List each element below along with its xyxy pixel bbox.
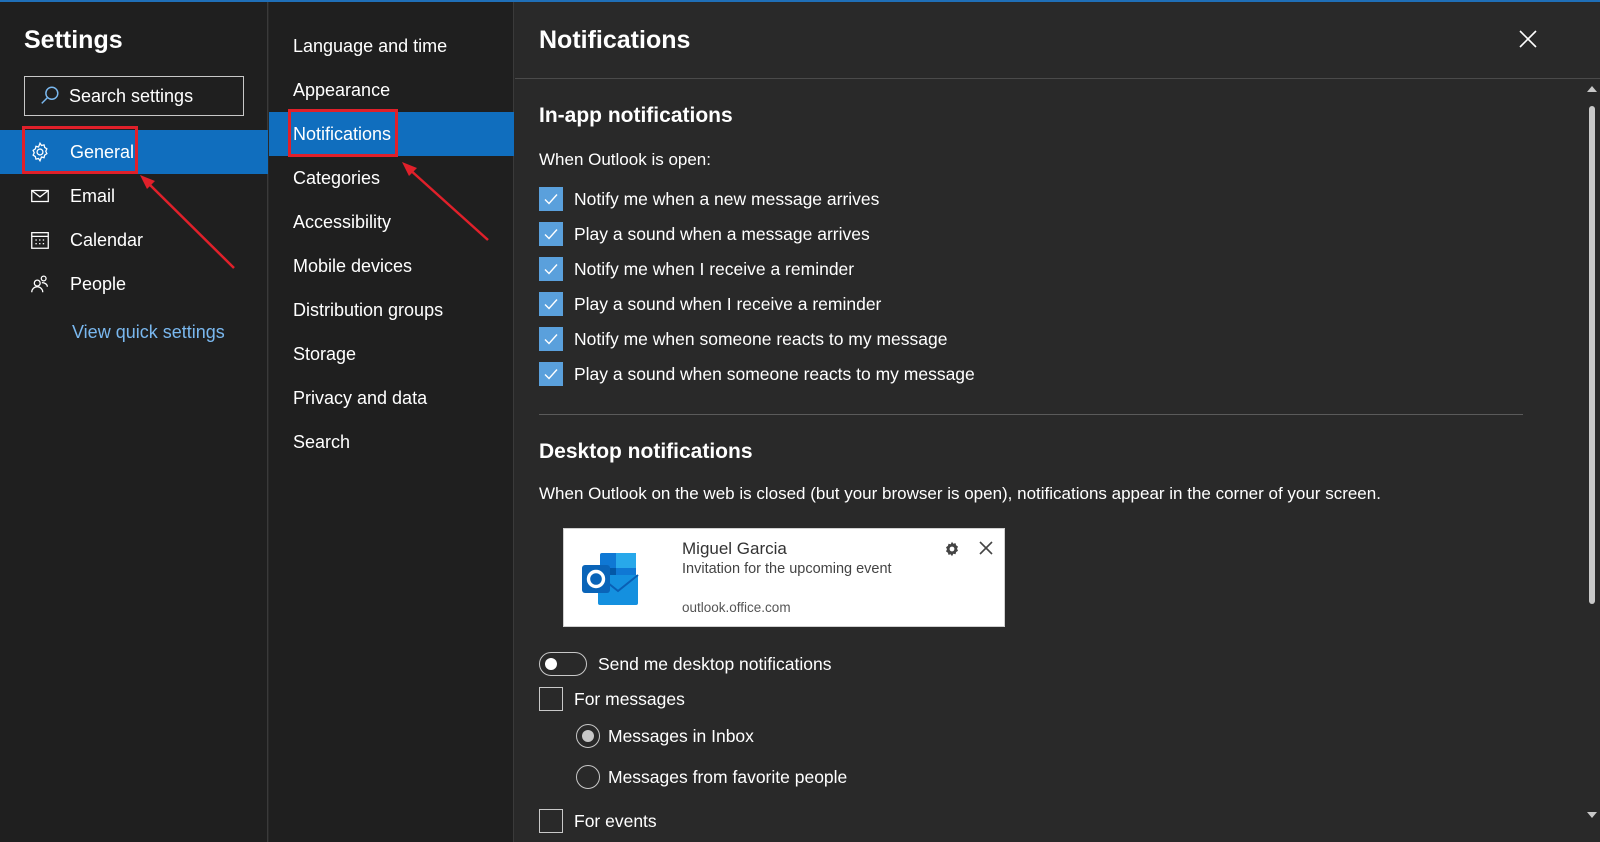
checkbox-label: For events xyxy=(574,810,657,831)
checkbox-label: Play a sound when someone reacts to my m… xyxy=(574,363,975,384)
nav-privacy-and-data[interactable]: Privacy and data xyxy=(269,376,514,420)
checkbox[interactable] xyxy=(539,292,563,316)
nav-email[interactable]: Email xyxy=(0,174,268,218)
outlook-logo-icon xyxy=(582,553,639,605)
toggle-knob xyxy=(545,658,557,670)
checkmark-icon xyxy=(544,299,558,310)
nav-search[interactable]: Search xyxy=(269,420,514,464)
checkbox-label: Play a sound when I receive a reminder xyxy=(574,293,882,314)
pane-content: In-app notifications When Outlook is ope… xyxy=(539,80,1529,842)
radio-messages-in-inbox[interactable]: Messages in Inbox xyxy=(576,724,754,748)
notifications-settings-pane: Notifications In-app notifications When … xyxy=(515,2,1600,842)
radio-button[interactable] xyxy=(576,765,600,789)
checkbox-reminder-notify[interactable]: Notify me when I receive a reminder xyxy=(539,256,854,282)
nav-distribution-groups[interactable]: Distribution groups xyxy=(269,288,514,332)
nav-storage[interactable]: Storage xyxy=(269,332,514,376)
nav-language-and-time[interactable]: Language and time xyxy=(269,24,514,68)
checkbox-reaction-sound[interactable]: Play a sound when someone reacts to my m… xyxy=(539,361,975,387)
radio-label: Messages from favorite people xyxy=(608,766,848,787)
mid-nav: Language and time Appearance Notificatio… xyxy=(269,24,514,464)
checkbox-label: Notify me when I receive a reminder xyxy=(574,258,855,279)
people-icon xyxy=(28,272,52,296)
radio-button[interactable] xyxy=(576,724,600,748)
view-quick-settings-link[interactable]: View quick settings xyxy=(72,322,225,343)
scroll-down-icon[interactable] xyxy=(1587,812,1597,818)
checkbox-label: Play a sound when a message arrives xyxy=(574,223,870,244)
checkbox-reaction-notify[interactable]: Notify me when someone reacts to my mess… xyxy=(539,326,948,352)
gear-icon[interactable] xyxy=(944,541,960,557)
radio-messages-favorite-people[interactable]: Messages from favorite people xyxy=(576,765,847,789)
settings-title: Settings xyxy=(24,26,123,54)
nav-categories[interactable]: Categories xyxy=(269,156,514,200)
checkmark-icon xyxy=(544,194,558,205)
nav-notifications[interactable]: Notifications xyxy=(269,112,514,156)
nav-email-label: Email xyxy=(70,185,116,206)
gear-icon xyxy=(28,140,52,164)
checkbox[interactable] xyxy=(539,327,563,351)
nav-calendar[interactable]: Calendar xyxy=(0,218,268,262)
toast-message: Invitation for the upcoming event xyxy=(682,561,892,577)
mail-icon xyxy=(28,184,52,208)
search-placeholder: Search settings xyxy=(69,85,194,106)
search-icon xyxy=(41,86,59,104)
scroll-up-icon[interactable] xyxy=(1587,86,1597,92)
desktop-description: When Outlook on the web is closed (but y… xyxy=(539,484,1381,503)
scroll-thumb[interactable] xyxy=(1589,106,1595,604)
nav-accessibility[interactable]: Accessibility xyxy=(269,200,514,244)
nav-appearance[interactable]: Appearance xyxy=(269,68,514,112)
pane-scrollbar[interactable] xyxy=(1585,82,1599,842)
desktop-heading: Desktop notifications xyxy=(539,440,753,463)
checkbox-for-events[interactable]: For events xyxy=(539,808,657,834)
nav-calendar-label: Calendar xyxy=(70,229,144,250)
nav-general[interactable]: General xyxy=(0,130,268,174)
checkbox-label: Notify me when a new message arrives xyxy=(574,188,880,209)
toggle-switch[interactable] xyxy=(539,652,587,676)
checkbox[interactable] xyxy=(539,222,563,246)
settings-subcategories-pane: Language and time Appearance Notificatio… xyxy=(269,2,514,842)
desktop-notification-preview: Miguel Garcia Invitation for the upcomin… xyxy=(563,528,1005,627)
checkbox-new-message-sound[interactable]: Play a sound when a message arrives xyxy=(539,221,870,247)
checkbox-reminder-sound[interactable]: Play a sound when I receive a reminder xyxy=(539,291,881,317)
in-app-heading: In-app notifications xyxy=(539,104,733,127)
section-divider xyxy=(539,414,1523,415)
radio-label: Messages in Inbox xyxy=(608,725,754,746)
in-app-subheading: When Outlook is open: xyxy=(539,150,711,169)
settings-categories-pane: Settings Search settings General Email C… xyxy=(0,2,268,842)
checkbox[interactable] xyxy=(539,362,563,386)
toggle-label: Send me desktop notifications xyxy=(598,653,832,674)
nav-mobile-devices[interactable]: Mobile devices xyxy=(269,244,514,288)
nav-people-label: People xyxy=(70,273,127,294)
checkbox[interactable] xyxy=(539,257,563,281)
pane-header: Notifications xyxy=(515,2,1600,79)
nav-general-label: General xyxy=(70,141,135,162)
checkmark-icon xyxy=(544,369,558,380)
checkmark-icon xyxy=(544,229,558,240)
toast-source: outlook.office.com xyxy=(682,600,791,615)
left-nav: General Email Calendar People xyxy=(0,130,268,306)
nav-people[interactable]: People xyxy=(0,262,268,306)
toast-sender: Miguel Garcia xyxy=(682,539,787,558)
checkbox[interactable] xyxy=(539,187,563,211)
checkbox[interactable] xyxy=(539,809,563,833)
checkbox-label: For messages xyxy=(574,688,685,709)
calendar-icon xyxy=(28,228,52,252)
close-icon[interactable] xyxy=(979,541,993,555)
checkbox-new-message-notify[interactable]: Notify me when a new message arrives xyxy=(539,186,879,212)
pane-title: Notifications xyxy=(539,26,691,54)
desktop-notifications-toggle[interactable]: Send me desktop notifications xyxy=(539,652,831,676)
checkbox-label: Notify me when someone reacts to my mess… xyxy=(574,328,948,349)
checkbox[interactable] xyxy=(539,687,563,711)
checkbox-for-messages[interactable]: For messages xyxy=(539,686,685,712)
close-icon[interactable] xyxy=(1517,28,1539,50)
checkmark-icon xyxy=(544,334,558,345)
search-settings-input[interactable]: Search settings xyxy=(24,76,244,116)
checkmark-icon xyxy=(544,264,558,275)
